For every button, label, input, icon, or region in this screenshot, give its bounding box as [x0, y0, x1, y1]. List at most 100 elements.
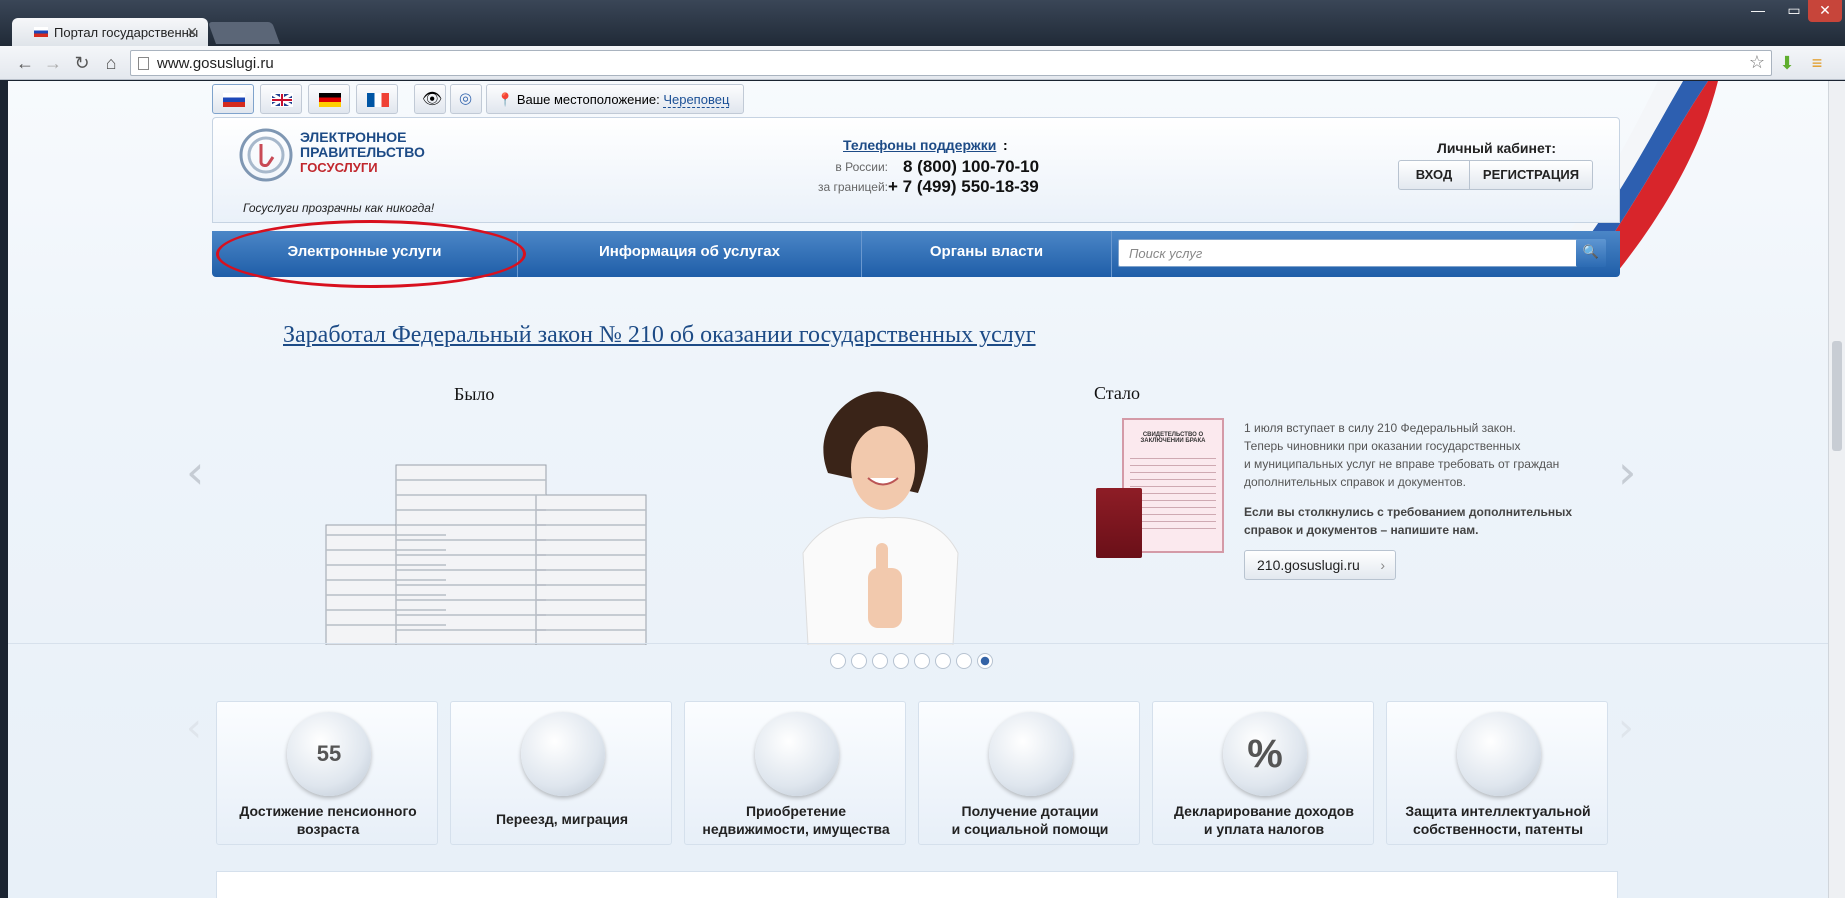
support-title[interactable]: Телефоны поддержки	[843, 137, 996, 153]
category-tile[interactable]: Получение дотации и социальной помощи	[918, 701, 1140, 845]
location-selector[interactable]: 📍 Ваше местоположение: Череповец	[486, 84, 744, 114]
close-window-button[interactable]: ✕	[1808, 0, 1842, 22]
phone-abroad: + 7 (499) 550-18-39	[888, 177, 1039, 196]
tile-label-line1: Достижение пенсионного	[239, 803, 417, 819]
slider-dot[interactable]	[956, 653, 972, 669]
russia-flag-icon	[34, 27, 48, 37]
category-tile[interactable]: 55 Достижение пенсионного возраста	[216, 701, 438, 845]
nav-authorities[interactable]: Органы власти	[862, 231, 1112, 277]
lang-de-button[interactable]	[308, 84, 350, 114]
download-icon[interactable]: ⬇	[1776, 53, 1798, 74]
minimize-button[interactable]: —	[1740, 0, 1776, 22]
forward-icon[interactable]: →	[42, 53, 64, 74]
slider-text-line: и муниципальных услуг не вправе требоват…	[1244, 457, 1560, 471]
cabinet-title: Личный кабинет:	[1437, 140, 1557, 156]
percent-icon: %	[1223, 712, 1307, 796]
phone-abroad-label: за границей:	[817, 180, 888, 194]
phone-ru: 8 (800) 100-70-10	[903, 157, 1040, 176]
chevron-right-icon: ›	[1380, 557, 1385, 573]
slider-dot[interactable]	[830, 653, 846, 669]
uk-flag-icon	[271, 93, 293, 107]
passport-icon	[521, 712, 605, 796]
scrollbar-thumb[interactable]	[1832, 341, 1842, 451]
page-icon	[138, 57, 149, 70]
home-icon[interactable]: ⌂	[100, 53, 122, 74]
tile-label-line2: возраста	[296, 821, 360, 837]
tile-label-line2: и социальной помощи	[951, 821, 1109, 837]
category-tile[interactable]: Переезд, миграция	[450, 701, 672, 845]
logo-line1: ЭЛЕКТРОННОЕ	[300, 129, 407, 145]
slider-prev-icon[interactable]: ‹	[186, 445, 204, 499]
maximize-button[interactable]: ▭	[1776, 0, 1812, 22]
bookmark-star-icon[interactable]: ☆	[1749, 52, 1765, 73]
certificate-icon	[1457, 712, 1541, 796]
new-tab-button[interactable]	[207, 22, 281, 44]
slider-next-icon[interactable]: ›	[1618, 445, 1636, 499]
before-label: Было	[454, 384, 495, 404]
slider-text-bold: Если вы столкнулись с требованием дополн…	[1244, 505, 1573, 519]
tile-label-line1: Переезд, миграция	[495, 811, 629, 827]
map-button[interactable]: ◎	[450, 84, 482, 114]
search-button[interactable]: 🔍	[1576, 239, 1606, 267]
slider-dot[interactable]	[893, 653, 909, 669]
low-vision-button[interactable]: 👁	[414, 84, 446, 114]
close-tab-icon[interactable]: ✕	[186, 24, 198, 41]
tiles-next-icon[interactable]: ›	[1618, 705, 1634, 751]
phone-ru-label: в России:	[835, 160, 888, 174]
location-label: Ваше местоположение:	[516, 92, 660, 107]
paper-stack-illustration	[325, 464, 647, 645]
logo-line2: ПРАВИТЕЛЬСТВО	[300, 144, 425, 160]
browser-tab[interactable]: Портал государственны ✕	[12, 18, 208, 46]
slogan: Госуслуги прозрачны как никогда!	[243, 201, 435, 215]
back-icon[interactable]: ←	[14, 53, 36, 74]
slider-text-line: 1 июля вступает в силу 210 Федеральный з…	[1244, 421, 1516, 435]
slider-text-bold: справок и документов – напишите нам.	[1244, 523, 1479, 537]
location-value[interactable]: Череповец	[663, 92, 730, 108]
link-label: 210.gosuslugi.ru	[1257, 557, 1360, 573]
vertical-scrollbar[interactable]	[1828, 81, 1845, 898]
tile-label-line1: Декларирование доходов	[1174, 803, 1354, 819]
nav-service-info[interactable]: Информация об услугах	[518, 231, 862, 277]
tile-label-line2: и уплата налогов	[1203, 821, 1325, 837]
content-panel	[216, 871, 1618, 898]
slider-dot[interactable]	[851, 653, 867, 669]
tile-icon-glyph	[1457, 712, 1541, 796]
lang-fr-button[interactable]	[356, 84, 398, 114]
woman-thumbs-up-photo	[802, 391, 959, 645]
tab-title: Портал государственны	[54, 25, 199, 40]
logo-line3: ГОСУСЛУГИ	[300, 160, 378, 175]
gov-logo-icon[interactable]	[239, 128, 293, 182]
slider-dot[interactable]	[914, 653, 930, 669]
tile-label: Защита интеллектуальной собственности, па…	[1387, 802, 1609, 838]
slider-text-line: дополнительных справок и документов.	[1244, 475, 1466, 489]
title-bar: Портал государственны ✕ — ▭ ✕	[0, 0, 1845, 46]
menu-icon[interactable]: ≡	[1806, 53, 1828, 74]
location-pin-icon: 📍	[497, 92, 514, 107]
calendar-icon: 55	[287, 712, 371, 796]
register-button[interactable]: РЕГИСТРАЦИЯ	[1469, 160, 1593, 190]
lang-en-button[interactable]	[260, 84, 302, 114]
tile-label: Приобретение недвижимости, имущества	[685, 802, 907, 838]
slider-headline[interactable]: Заработал Федеральный закон № 210 об ока…	[283, 322, 1036, 349]
slider-text-line: Теперь чиновники при оказании государств…	[1244, 439, 1521, 453]
tiles-prev-icon[interactable]: ‹	[186, 705, 202, 751]
slider-dot[interactable]	[872, 653, 888, 669]
lang-ru-button[interactable]	[212, 84, 254, 114]
address-bar[interactable]: www.gosuslugi.ru ☆	[130, 50, 1772, 76]
slider-dot[interactable]	[977, 653, 993, 669]
search-input[interactable]: Поиск услуг	[1118, 239, 1578, 267]
france-flag-icon	[367, 93, 389, 107]
gosuslugi-210-link-button[interactable]: 210.gosuslugi.ru ›	[1244, 550, 1396, 580]
tile-label: Достижение пенсионного возраста	[217, 802, 439, 838]
slider-dot[interactable]	[935, 653, 951, 669]
category-tile[interactable]: % Декларирование доходов и уплата налогов	[1152, 701, 1374, 845]
tile-icon-glyph	[521, 712, 605, 796]
category-tile[interactable]: Защита интеллектуальной собственности, па…	[1386, 701, 1608, 845]
tile-icon-glyph: %	[1247, 732, 1283, 776]
tile-label: Декларирование доходов и уплата налогов	[1153, 802, 1375, 838]
search-icon: 🔍	[1582, 244, 1600, 259]
tile-label-line2: недвижимости, имущества	[702, 821, 890, 837]
category-tile[interactable]: Приобретение недвижимости, имущества	[684, 701, 906, 845]
login-button[interactable]: ВХОД	[1398, 160, 1470, 190]
reload-icon[interactable]: ↻	[71, 53, 93, 74]
